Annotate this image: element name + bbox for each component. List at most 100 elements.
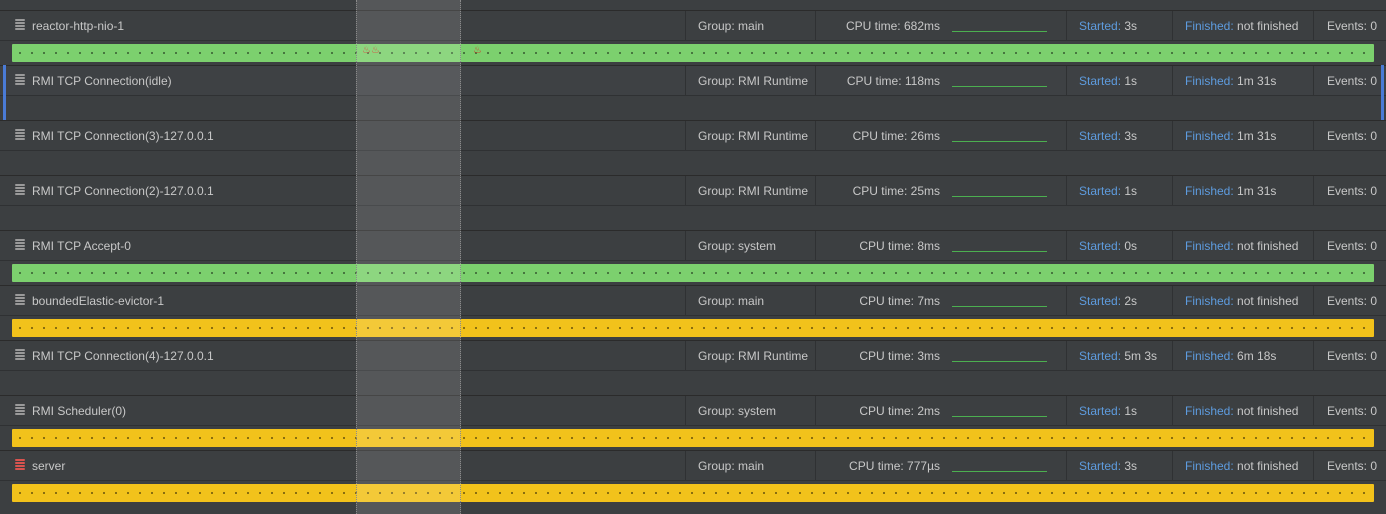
thread-stack-icon [15,404,25,418]
cpu-time: CPU time: 2ms [815,396,940,426]
thread-info-line[interactable]: reactor-http-nio-1 Group: main CPU time:… [0,10,1386,41]
thread-info-line[interactable]: RMI TCP Connection(3)-127.0.0.1 Group: R… [0,120,1386,151]
thread-info-line[interactable]: boundedElastic-evictor-1 Group: main CPU… [0,285,1386,316]
thread-name: RMI TCP Connection(2)-127.0.0.1 [32,184,214,198]
finished-value: not finished [1237,459,1299,473]
started-label: Started: [1079,239,1122,253]
started-time: Started: 1s [1066,396,1172,426]
thread-group: Group: main [685,11,815,41]
started-time: Started: 3s [1066,121,1172,151]
thread-name: boundedElastic-evictor-1 [32,294,165,308]
cpu-sparkline [952,121,1047,151]
thread-row[interactable]: RMI Scheduler(0) Group: system CPU time:… [0,385,1386,447]
thread-group: Group: RMI Runtime [685,341,815,371]
thread-info-line[interactable]: RMI TCP Connection(2)-127.0.0.1 Group: R… [0,175,1386,206]
finished-time: Finished: 6m 18s [1172,341,1313,371]
thread-group: Group: main [685,286,815,316]
waiting-state-bar[interactable] [12,484,1374,502]
thread-stack-icon [15,19,25,33]
finished-time: Finished: not finished [1172,231,1313,261]
events-count: Events: 0 [1313,341,1386,371]
cpu-sparkline [952,341,1047,371]
thread-stack-icon [15,74,25,88]
thread-name: RMI TCP Connection(3)-127.0.0.1 [32,129,214,143]
started-time: Started: 3s [1066,11,1172,41]
started-value: 1s [1124,404,1138,418]
thread-info-line[interactable]: RMI TCP Connection(4)-127.0.0.1 Group: R… [0,340,1386,371]
thread-row[interactable]: RMI TCP Connection(idle) Group: RMI Runt… [0,55,1386,120]
started-time: Started: 0s [1066,231,1172,261]
thread-name: RMI TCP Connection(4)-127.0.0.1 [32,349,214,363]
finished-label: Finished: [1185,239,1234,253]
thread-list: reactor-http-nio-1 Group: main CPU time:… [0,0,1386,502]
finished-value: not finished [1237,239,1299,253]
finished-value: 1m 31s [1237,184,1277,198]
thread-group: Group: main [685,451,815,481]
finished-label: Finished: [1185,184,1234,198]
finished-time: Finished: not finished [1172,396,1313,426]
cpu-sparkline [952,11,1047,41]
thread-row[interactable]: RMI TCP Accept-0 Group: system CPU time:… [0,220,1386,282]
thread-group: Group: system [685,231,815,261]
thread-group: Group: RMI Runtime [685,121,815,151]
events-count: Events: 0 [1313,11,1386,41]
flame-icon[interactable]: ♨ [362,46,371,56]
flame-icon[interactable]: ♨ [371,46,380,56]
cpu-time: CPU time: 3ms [815,341,940,371]
cpu-time: CPU time: 26ms [815,121,940,151]
thread-info-line[interactable]: RMI TCP Accept-0 Group: system CPU time:… [0,230,1386,261]
started-label: Started: [1079,294,1122,308]
started-value: 1s [1124,74,1138,88]
thread-group: Group: RMI Runtime [685,176,815,206]
started-time: Started: 1s [1066,176,1172,206]
started-time: Started: 1s [1066,66,1172,96]
thread-row[interactable]: RMI TCP Connection(2)-127.0.0.1 Group: R… [0,165,1386,220]
thread-info-line[interactable]: server Group: main CPU time: 777µs Start… [0,450,1386,481]
cpu-time: CPU time: 118ms [815,66,940,96]
started-label: Started: [1079,349,1122,363]
started-label: Started: [1079,129,1122,143]
finished-value: 6m 18s [1237,349,1277,363]
thread-stack-icon-red [15,459,25,473]
cpu-sparkline [952,66,1047,96]
finished-label: Finished: [1185,19,1234,33]
started-value: 3s [1124,129,1138,143]
started-time: Started: 2s [1066,286,1172,316]
cpu-sparkline [952,176,1047,206]
thread-stack-icon [15,239,25,253]
started-time: Started: 5m 3s [1066,341,1172,371]
started-label: Started: [1079,74,1122,88]
started-value: 5m 3s [1124,349,1158,363]
thread-group: Group: system [685,396,815,426]
thread-name: reactor-http-nio-1 [32,19,125,33]
finished-label: Finished: [1185,74,1234,88]
thread-row[interactable]: server Group: main CPU time: 777µs Start… [0,440,1386,502]
thread-stack-icon [15,349,25,363]
finished-label: Finished: [1185,129,1234,143]
cpu-sparkline [952,231,1047,261]
thread-row[interactable]: RMI TCP Connection(3)-127.0.0.1 Group: R… [0,110,1386,165]
started-time: Started: 3s [1066,451,1172,481]
finished-time: Finished: not finished [1172,451,1313,481]
cpu-time: CPU time: 25ms [815,176,940,206]
started-value: 2s [1124,294,1138,308]
thread-row[interactable]: boundedElastic-evictor-1 Group: main CPU… [0,275,1386,337]
started-value: 1s [1124,184,1138,198]
thread-row[interactable]: RMI TCP Connection(4)-127.0.0.1 Group: R… [0,330,1386,385]
thread-stack-icon [15,294,25,308]
thread-info-line[interactable]: RMI TCP Connection(idle) Group: RMI Runt… [0,65,1386,96]
cpu-sparkline [952,396,1047,426]
started-value: 0s [1124,239,1138,253]
events-count: Events: 0 [1313,451,1386,481]
thread-row[interactable]: reactor-http-nio-1 Group: main CPU time:… [0,0,1386,62]
thread-timeline[interactable] [0,480,1386,506]
cpu-time: CPU time: 8ms [815,231,940,261]
thread-info-line[interactable]: RMI Scheduler(0) Group: system CPU time:… [0,395,1386,426]
flame-icon[interactable]: ♨ [473,46,482,56]
thread-name: RMI TCP Connection(idle) [32,74,172,88]
thread-name: server [32,459,66,473]
finished-value: 1m 31s [1237,74,1277,88]
events-count: Events: 0 [1313,396,1386,426]
finished-time: Finished: 1m 31s [1172,121,1313,151]
thread-stack-icon [15,184,25,198]
